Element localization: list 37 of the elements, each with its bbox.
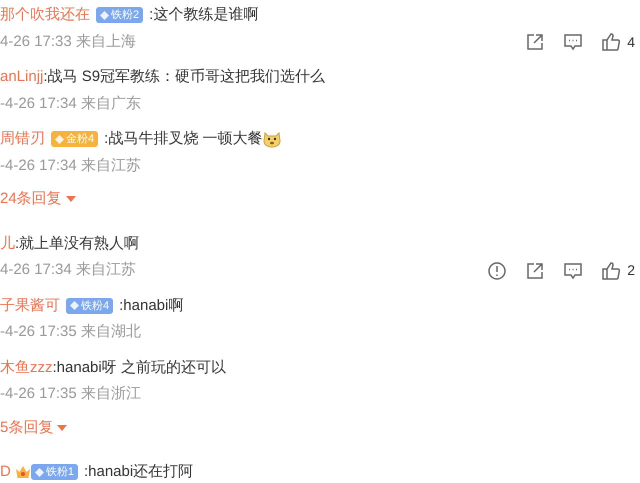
comment-time-location: 4-26 17:34 来自江苏 — [0, 260, 136, 280]
comment-time-location: 4-26 17:33 来自上海 — [0, 32, 136, 52]
comment-text: :战马 S9冠军教练：硬币哥这把我们选什么 — [43, 67, 326, 87]
comment-text: :战马牛排叉烧 一顿大餐 — [104, 129, 262, 149]
fan-badge: 铁粉4 — [66, 298, 114, 314]
user-name[interactable]: 木鱼zzz — [0, 356, 52, 378]
user-name[interactable]: D — [0, 461, 11, 483]
thumbs-up-icon[interactable] — [601, 260, 622, 280]
comment-text: :hanabi呀 之前玩的还可以 — [52, 358, 226, 378]
fan-badge: 铁粉1 — [30, 464, 78, 480]
fan-badge: 金粉4 — [51, 131, 98, 147]
comment-time-location: -4-26 17:34 来自广东 — [0, 94, 141, 114]
caret-down-icon[interactable] — [66, 196, 76, 202]
like-count: 2 — [627, 261, 635, 280]
user-name[interactable]: 那个吹我还在 — [0, 4, 90, 26]
user-name[interactable]: anLinjj — [0, 66, 44, 88]
user-name[interactable]: 儿 — [0, 232, 15, 254]
comment-text: :就上单没有熟人啊 — [15, 234, 140, 254]
user-name[interactable]: 子果酱可 — [0, 294, 60, 316]
thumbs-up-icon[interactable] — [601, 32, 622, 52]
comment-time-location: -4-26 17:34 来自江苏 — [0, 156, 141, 176]
comment-text: :这个教练是谁啊 — [149, 5, 258, 25]
comment-time-location: -4-26 17:35 来自湖北 — [0, 322, 141, 342]
comment-text: :hanabi还在打阿 — [84, 462, 194, 482]
more-replies-link[interactable]: 24条回复 — [0, 188, 62, 210]
fan-badge: 铁粉2 — [96, 7, 144, 23]
user-name[interactable]: 周错刃 — [0, 128, 45, 150]
comment-icon[interactable] — [563, 32, 584, 52]
caret-down-icon[interactable] — [57, 424, 68, 431]
warning-icon[interactable] — [487, 260, 508, 280]
like-count: 4 — [627, 32, 635, 52]
share-icon[interactable] — [525, 260, 546, 280]
comment-icon[interactable] — [563, 260, 584, 280]
share-icon[interactable] — [525, 32, 546, 52]
more-replies-link[interactable]: 5条回复 — [0, 416, 54, 439]
comment-time-location: -4-26 17:35 来自浙江 — [0, 384, 141, 404]
comment-text: :hanabi啊 — [119, 296, 184, 316]
